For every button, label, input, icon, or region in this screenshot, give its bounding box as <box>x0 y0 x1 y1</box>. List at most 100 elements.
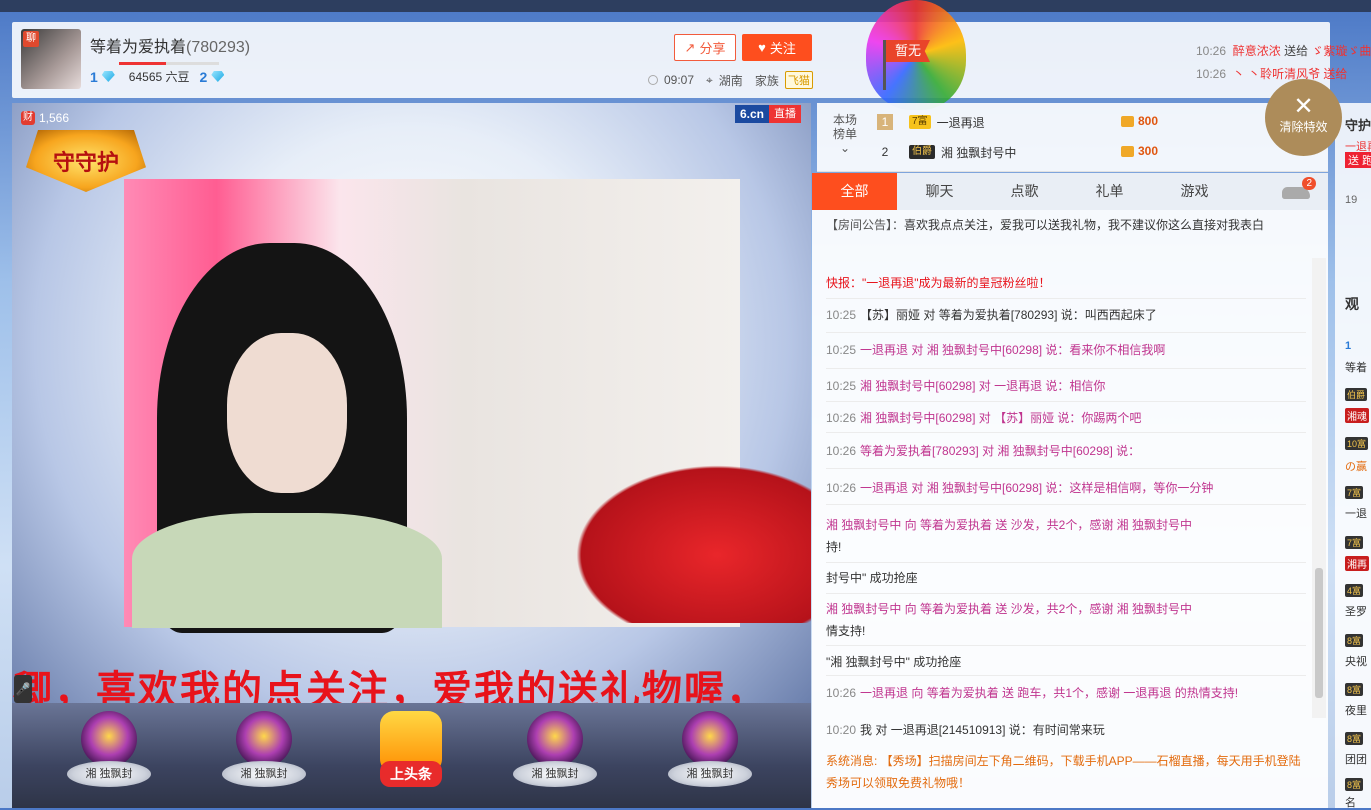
rank-coins: 800 <box>1121 114 1158 128</box>
live-time: 09:07 <box>664 73 695 87</box>
viewer-name[interactable]: の赢 <box>1345 458 1367 474</box>
viewer-tag: 7富 <box>1345 486 1364 499</box>
rank-flag: 暂无 <box>870 36 940 91</box>
heart-icon: ♥ <box>758 40 766 55</box>
viewer-name[interactable]: 湘再 <box>1345 556 1369 571</box>
chat-panel: 【房间公告】：喜欢我点点关注，爱我可以送我礼物，我不建议你这么直接对我表白 快报… <box>812 210 1328 808</box>
seat-orb-icon <box>81 711 137 767</box>
location-icon: ⌖ <box>706 72 713 87</box>
seat-orb-icon <box>236 711 292 767</box>
seat[interactable]: 湘 独飘封 <box>64 711 154 801</box>
viewers-label: 观 <box>1345 296 1359 312</box>
rank-row[interactable]: 1 7富 一退再退 <box>877 112 985 132</box>
viewer-name[interactable]: 团团 <box>1345 751 1367 767</box>
rank-title[interactable]: 本场榜单 ⌄ <box>831 113 859 155</box>
tab-all[interactable]: 全部 <box>812 173 897 210</box>
seat[interactable]: 湘 独飘封 <box>219 711 309 801</box>
share-button[interactable]: ↗ 分享 <box>674 34 736 61</box>
list-item: 情支持! <box>826 624 866 638</box>
site-logo: 6.cn 直播 <box>735 105 802 123</box>
rank-row[interactable]: 2 伯爵湘 独飘封号中 <box>877 142 1016 162</box>
list-item: 10:25 【苏】丽娅 对 等着为爱执着[780293] 说：叫西西起床了 <box>826 308 1157 322</box>
guard-label: 守护 <box>1345 118 1371 133</box>
rich-count: 财 1,566 <box>21 111 70 125</box>
tab-songs[interactable]: 点歌 <box>982 173 1067 210</box>
message-list[interactable]: 快报："一退再退"成为最新的皇冠粉丝啦！ 10:25 【苏】丽娅 对 等着为爱执着… <box>812 244 1312 714</box>
my-message: 10:20 我 对 一退再退[214510913] 说：有时间常来玩 <box>826 723 1105 737</box>
seat-label: 湘 独飘封 <box>67 761 151 787</box>
list-item: "湘 独飘封号中" 成功抢座 <box>826 655 962 669</box>
video-player[interactable]: 守守护 财 1,566 6.cn 直播 卿，喜欢我的点关注，爱我的送礼物喔， 🎤 <box>12 103 811 703</box>
room-header: 聊 等着为爱执着(780293) 1 64565 六豆 2 ↗ 分享 ♥ 关注 09… <box>12 22 1330 98</box>
viewer-name[interactable]: 夜里 <box>1345 702 1367 718</box>
diamond-icon <box>211 71 225 82</box>
list-item: 封号中" 成功抢座 <box>826 571 918 585</box>
rich-icon: 财 <box>21 111 35 125</box>
viewer-name[interactable]: 湘魂 <box>1345 408 1369 423</box>
sports-car-effect <box>557 453 811 623</box>
tab-games[interactable]: 游戏 <box>1152 173 1237 210</box>
rank-coins: 300 <box>1121 144 1158 158</box>
viewer-name[interactable]: 圣罗 <box>1345 603 1367 619</box>
headline-button[interactable]: 上头条 <box>366 711 456 801</box>
coin-icon <box>1121 115 1134 127</box>
viewer-tag: 4富 <box>1345 584 1364 597</box>
family-label: 家族 <box>754 73 779 88</box>
share-icon: ↗ <box>684 39 696 55</box>
viewer-tag: 8富 <box>1345 683 1364 696</box>
seat-label: 湘 独飘封 <box>668 761 752 787</box>
gift-car: 送 跑车 <box>1345 152 1371 168</box>
host-name: 等着为爱执着(780293) <box>90 39 251 56</box>
close-icon: ✕ <box>1293 93 1314 120</box>
tab-chat[interactable]: 聊天 <box>897 173 982 210</box>
streamer-body <box>132 513 442 628</box>
seat-label: 湘 独飘封 <box>222 761 306 787</box>
viewer-name[interactable]: 等着 <box>1345 359 1367 375</box>
list-item: 湘 独飘封号中 向 等着为爱执着 送 沙发，共2个，感谢 湘 独飘封号中 <box>826 518 1193 532</box>
top-strip <box>0 0 1371 12</box>
list-item: 10:26 一退再退 对 湘 独飘封号中[60298] 说：这样是相信啊，等你一分… <box>826 481 1214 495</box>
viewer-tag: 7富 <box>1345 536 1364 549</box>
car-badge: 2 <box>1302 177 1316 190</box>
flag-label: 暂无 <box>886 40 930 62</box>
seat-bar: 湘 独飘封 湘 独飘封 上头条 湘 独飘封 湘 独飘封 <box>12 703 811 808</box>
viewer-tag: 10富 <box>1345 437 1369 450</box>
diamond-icon <box>101 71 115 82</box>
gift-feed: 10:26 醉意浓浓 送给 ゞ紫璇ゞ曲 10:26 丶 丶聆听清风爷 送给 <box>1196 40 1371 86</box>
rank-board: 本场榜单 ⌄ 1 7富 一退再退 800 2 伯爵湘 独飘封号中 300 <box>817 103 1328 172</box>
viewer-level: 1 <box>1345 340 1352 352</box>
list-item: 10:26 等着为爱执着[780293] 对 湘 独飘封号中[60298] 说： <box>826 444 1141 458</box>
viewer-tag: 8富 <box>1345 634 1364 647</box>
car-icon[interactable]: 2 <box>1282 177 1316 201</box>
mic-icon[interactable]: 🎤 <box>14 675 32 703</box>
seat[interactable]: 湘 独飘封 <box>665 711 755 801</box>
viewer-name[interactable]: 一退 <box>1345 505 1367 521</box>
guard-count: 19 <box>1345 194 1358 206</box>
host-meta: 09:07 ⌖ 湖南 家族 飞猫 <box>648 71 813 89</box>
list-item: 10:26 湘 独飘封号中[60298] 对 【苏】丽娅 说：你踢两个吧 <box>826 411 1142 425</box>
gift-feed-row: 10:26 丶 丶聆听清风爷 送给 <box>1196 67 1348 81</box>
star-icon: 上头条 <box>380 711 442 787</box>
seat[interactable]: 湘 独飘封 <box>510 711 600 801</box>
scroll-thumb[interactable] <box>1315 568 1323 698</box>
chat-tag: 聊 <box>23 31 39 47</box>
host-level-row: 1 64565 六豆 2 <box>90 68 225 85</box>
viewer-name[interactable]: 央视 <box>1345 653 1367 669</box>
host-avatar[interactable]: 聊 <box>21 29 81 89</box>
seat-label: 湘 独飘封 <box>513 761 597 787</box>
gift-feed-row: 10:26 醉意浓浓 送给 ゞ紫璇ゞ曲 <box>1196 44 1371 58</box>
clear-effects-button[interactable]: ✕ 清除特效 <box>1265 79 1342 156</box>
coin-icon <box>1121 145 1134 157</box>
location: 湖南 <box>718 73 743 88</box>
room-notice: 【房间公告】：喜欢我点点关注，爱我可以送我礼物，我不建议你这么直接对我表白 <box>826 218 1265 232</box>
tab-gifts[interactable]: 礼单 <box>1067 173 1152 210</box>
seat-orb-icon <box>682 711 738 767</box>
system-message: 系统消息: 【秀场】扫描房间左下角二维码，下载手机APP——石榴直播，每天用手机… <box>826 754 1301 790</box>
follow-button[interactable]: ♥ 关注 <box>742 34 812 61</box>
chat-scrollbar[interactable] <box>1312 258 1326 718</box>
fans-level: 2 <box>199 68 208 85</box>
viewer-tag: 伯爵 <box>1345 388 1368 401</box>
list-item: 10:25 湘 独飘封号中[60298] 对 一退再退 说：相信你 <box>826 379 1106 393</box>
viewer-tag: 8富 <box>1345 732 1364 745</box>
family-badge[interactable]: 飞猫 <box>784 71 813 89</box>
